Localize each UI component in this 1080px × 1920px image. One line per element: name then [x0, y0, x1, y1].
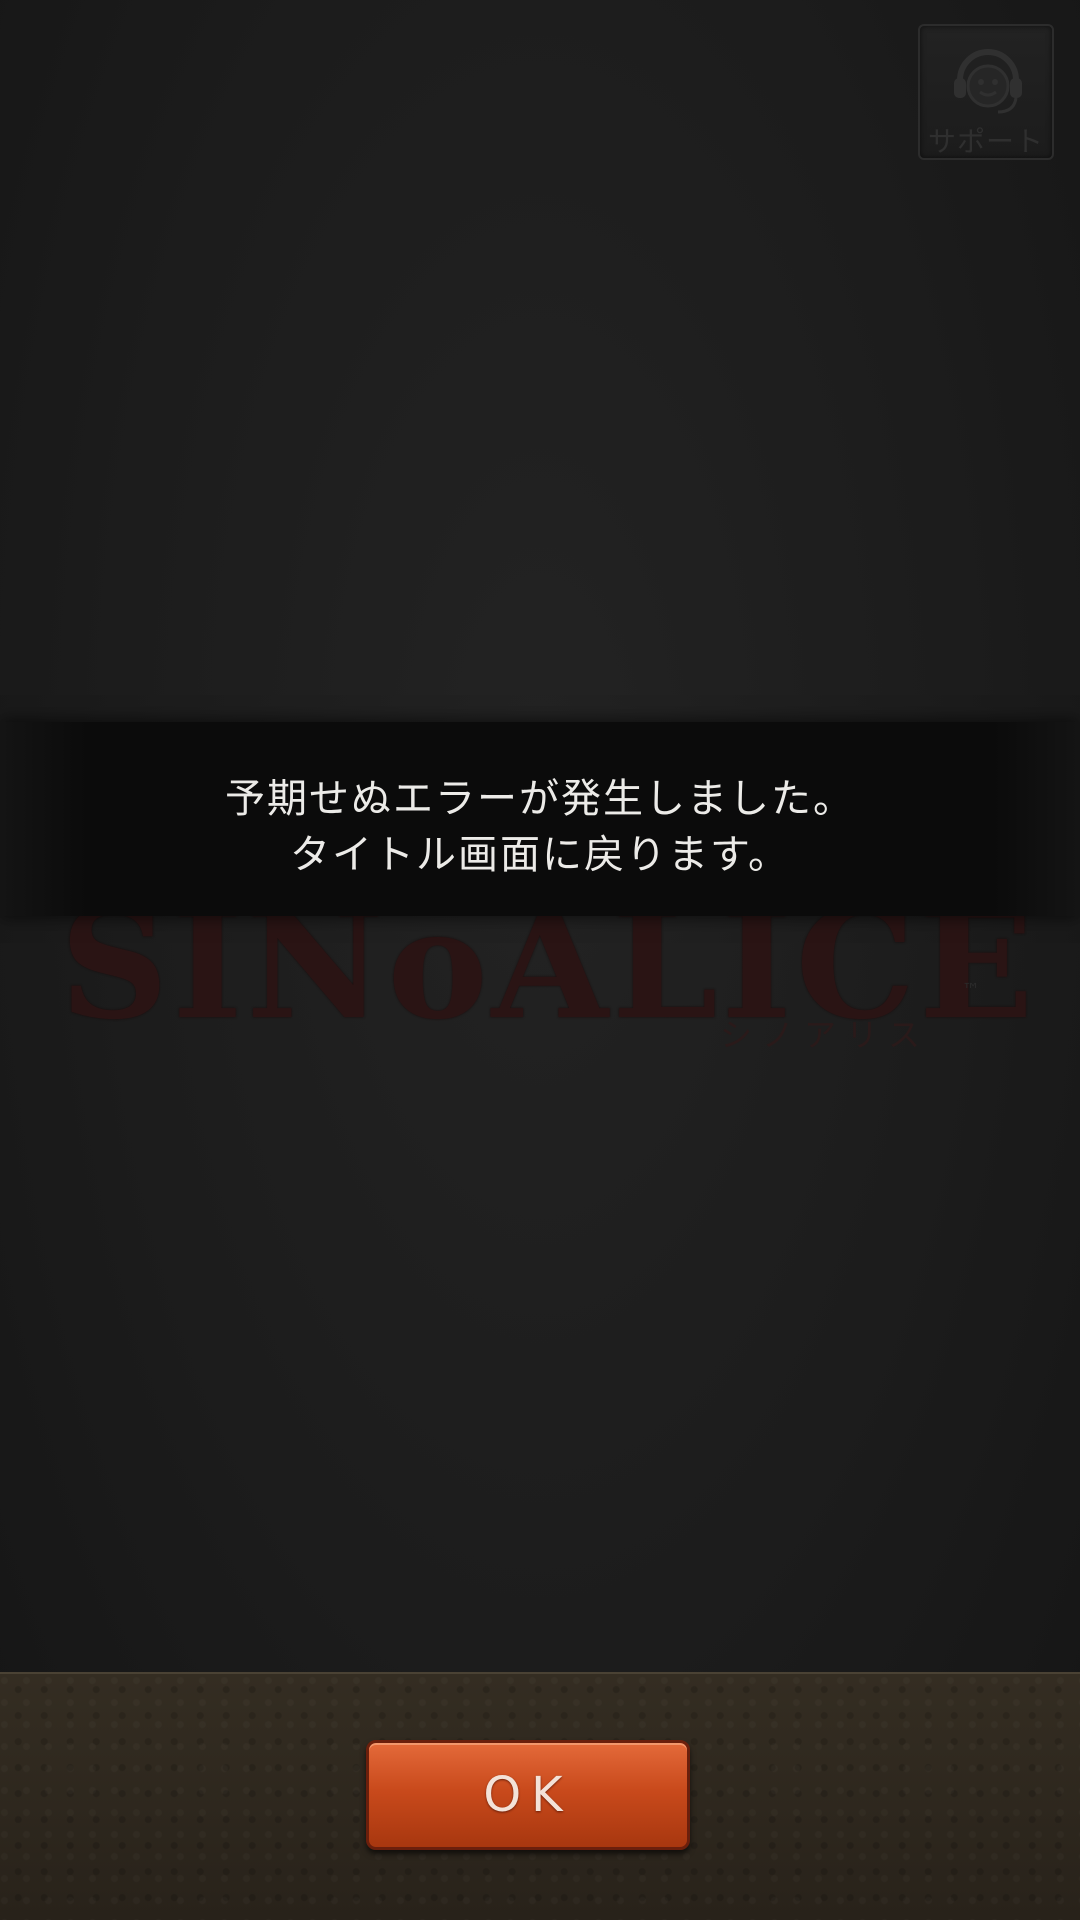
ok-button-label: OK: [483, 1767, 573, 1823]
ok-button[interactable]: OK: [366, 1740, 690, 1850]
support-button[interactable]: サポート: [918, 24, 1054, 160]
error-screen: サポート SINoALICE シノアリス ™ 予期せぬエラーが発生しました。 タ…: [0, 0, 1080, 1920]
logo-trademark: ™: [962, 980, 980, 1001]
footer-panel: OK: [0, 1672, 1080, 1920]
support-label: サポート: [927, 125, 1044, 158]
headset-face-icon: [954, 49, 1022, 114]
error-message-line-2: タイトル画面に戻ります。: [290, 832, 790, 878]
logo-kana: シノアリス: [719, 1016, 930, 1054]
error-message-line-1: 予期せぬエラーが発生しました。: [225, 776, 855, 822]
error-banner: 予期せぬエラーが発生しました。 タイトル画面に戻ります。: [0, 722, 1080, 916]
